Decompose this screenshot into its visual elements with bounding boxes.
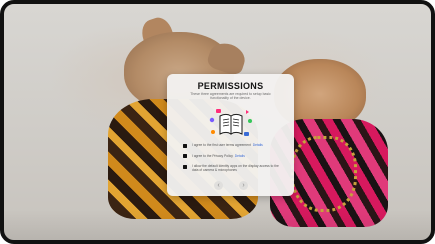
pagination-controls: ‹ ›: [211, 181, 251, 191]
gold-chain: [291, 136, 357, 212]
permissions-modal: PERMISSIONS These three agreements are r…: [167, 74, 294, 196]
agreement-text: I agree to the Privacy Policy Details: [192, 154, 282, 158]
modal-title: PERMISSIONS: [197, 81, 264, 91]
checkbox[interactable]: [183, 143, 187, 148]
chevron-right-icon: ›: [242, 182, 245, 189]
modal-subtitle: These three agreements are required to s…: [190, 92, 271, 101]
previous-button[interactable]: ‹: [214, 181, 223, 190]
agreements-list: I agree to the first user terms agreemen…: [183, 143, 285, 175]
details-link[interactable]: Details: [235, 154, 245, 158]
details-link[interactable]: Details: [253, 143, 263, 147]
agreement-row[interactable]: I agree to the Privacy Policy Details: [183, 154, 285, 163]
checkbox[interactable]: [183, 154, 187, 158]
agreement-label: I agree to the Privacy Policy: [192, 153, 233, 158]
agreement-text: I agree to the first user terms agreemen…: [192, 143, 282, 147]
next-button[interactable]: ›: [239, 181, 248, 190]
agreement-row[interactable]: I agree to the first user terms agreemen…: [183, 143, 285, 152]
device-frame: PERMISSIONS These three agreements are r…: [0, 0, 435, 244]
agreement-text: I allow the default Identity apps on the…: [192, 164, 282, 172]
agreement-label: I allow the default Identity apps on the…: [192, 164, 279, 172]
book-illustration-icon: [209, 109, 252, 136]
agreement-label: I agree to the first user terms agreemen…: [192, 143, 251, 147]
agreement-row[interactable]: I allow the default Identity apps on the…: [183, 164, 285, 173]
chevron-left-icon: ‹: [217, 182, 220, 189]
checkbox[interactable]: [183, 164, 187, 169]
floor-shadow: [4, 210, 431, 240]
